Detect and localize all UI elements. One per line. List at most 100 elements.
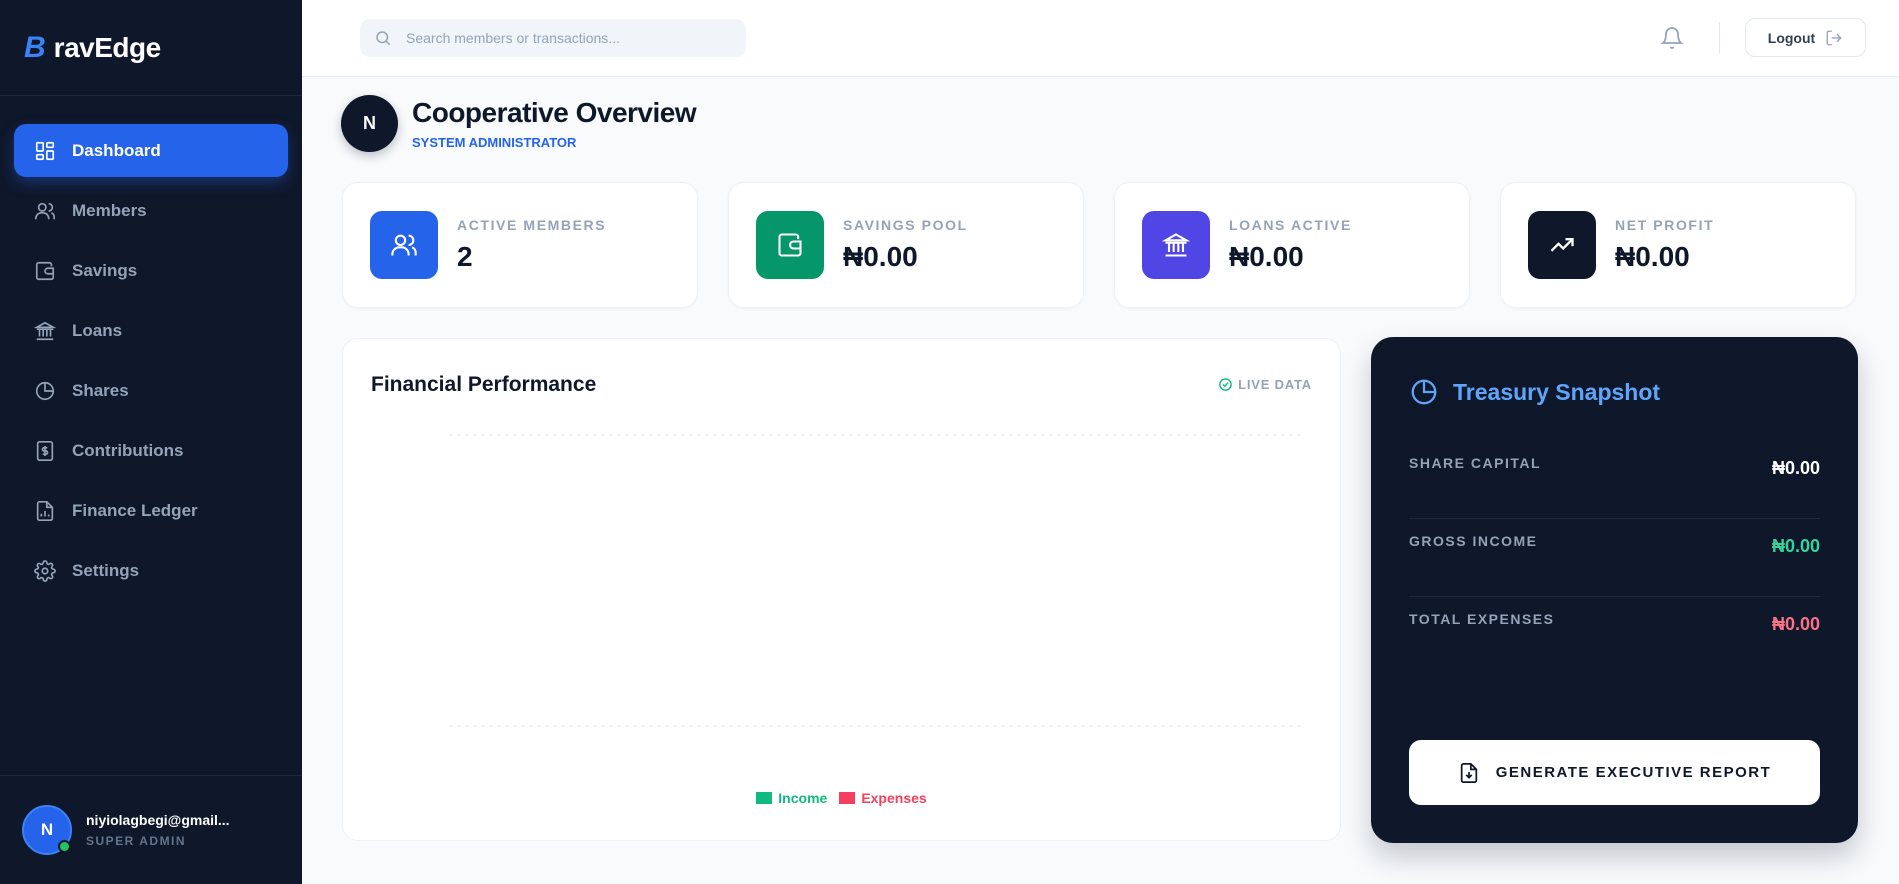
stat-icon-box	[756, 211, 824, 279]
sidebar-nav: Dashboard Members Savings Loans Shares C…	[0, 96, 302, 597]
sidebar-item-label: Loans	[72, 320, 123, 340]
stat-card-loans-active: LOANS ACTIVE ₦0.00	[1114, 182, 1470, 308]
user-profile[interactable]: N niyiolagbegi@gmail... SUPER ADMIN	[0, 775, 302, 884]
stat-value: ₦0.00	[1615, 241, 1690, 272]
sidebar-item-label: Contributions	[72, 440, 184, 460]
stat-body: LOANS ACTIVE ₦0.00	[1229, 217, 1352, 273]
sidebar-item-label: Finance Ledger	[72, 500, 198, 520]
sidebar-item-label: Shares	[72, 380, 129, 400]
pie-chart-icon	[1411, 379, 1437, 405]
legend-swatch-income	[756, 792, 773, 804]
treasury-title: Treasury Snapshot	[1453, 378, 1661, 405]
gear-icon	[34, 559, 56, 582]
topbar: Logout	[302, 0, 1899, 77]
sidebar-item-dashboard[interactable]: Dashboard	[14, 124, 288, 177]
treasury-header: Treasury Snapshot	[1409, 377, 1660, 407]
sidebar-item-savings[interactable]: Savings	[14, 244, 288, 297]
dashboard-icon	[35, 141, 55, 160]
sidebar-item-label: Members	[72, 200, 147, 220]
users-icon	[35, 202, 55, 219]
sidebar-item-members[interactable]: Members	[14, 184, 288, 237]
wallet-icon	[778, 233, 802, 257]
chart-title: Financial Performance	[371, 373, 597, 396]
sidebar-item-settings[interactable]: Settings	[14, 544, 288, 597]
user-meta: niyiolagbegi@gmail... SUPER ADMIN	[86, 812, 230, 848]
sidebar-item-label: Savings	[72, 260, 138, 280]
treasury-snapshot-card: Treasury Snapshot SHARE CAPITAL ₦0.00 GR…	[1371, 337, 1858, 843]
sidebar-item-finance-ledger[interactable]: Finance Ledger	[14, 484, 288, 537]
legend-label-expenses: Expenses	[861, 790, 927, 806]
search-box[interactable]	[360, 19, 746, 57]
search-input[interactable]	[406, 30, 726, 46]
generate-report-label: GENERATE EXECUTIVE REPORT	[1495, 764, 1772, 781]
treasury-value: ₦0.00	[1771, 614, 1820, 634]
stat-value: 2	[457, 241, 473, 272]
sidebar-item-contributions[interactable]: Contributions	[14, 424, 288, 477]
treasury-row-total-expenses: TOTAL EXPENSES ₦0.00	[1409, 597, 1820, 675]
legend-item-expenses[interactable]: Expenses	[839, 790, 927, 806]
bank-icon	[34, 321, 56, 340]
sidebar-item-loans[interactable]: Loans	[14, 304, 288, 357]
logout-label: Logout	[1767, 29, 1816, 46]
stat-body: ACTIVE MEMBERS 2	[457, 217, 606, 273]
brand-name: ravEdge	[53, 31, 162, 63]
live-data-label: LIVE DATA	[1238, 377, 1312, 392]
live-data-badge: LIVE DATA	[1218, 377, 1312, 392]
page-title: Cooperative Overview	[412, 97, 697, 128]
online-status-dot	[58, 840, 71, 853]
logout-button[interactable]: Logout	[1745, 18, 1866, 57]
financial-performance-card: Financial Performance LIVE DATA Income E…	[342, 338, 1341, 841]
brand-mark: B	[24, 30, 46, 64]
chart-legend: Income Expenses	[343, 790, 1340, 806]
stat-value: ₦0.00	[843, 241, 918, 272]
avatar: N	[22, 805, 72, 855]
stat-label: ACTIVE MEMBERS	[457, 217, 607, 233]
legend-label-income: Income	[778, 790, 828, 806]
file-download-icon	[1460, 762, 1477, 783]
org-avatar: N	[341, 95, 398, 152]
treasury-label: GROSS INCOME	[1409, 533, 1538, 549]
avatar-initial: N	[40, 820, 54, 839]
stat-card-active-members: ACTIVE MEMBERS 2	[342, 182, 698, 308]
search-icon	[376, 31, 391, 46]
receipt-icon	[36, 440, 54, 461]
stat-label: SAVINGS POOL	[843, 217, 968, 233]
trending-up-icon	[1550, 238, 1574, 252]
logout-icon	[1826, 30, 1842, 45]
pie-chart-icon	[35, 381, 55, 400]
sidebar-item-shares[interactable]: Shares	[14, 364, 288, 417]
check-circle-icon	[1219, 378, 1232, 391]
brand-logo[interactable]: B ravEdge	[0, 0, 302, 96]
page-header: N Cooperative Overview SYSTEM ADMINISTRA…	[341, 95, 697, 152]
stat-body: NET PROFIT ₦0.00	[1615, 217, 1714, 273]
stat-card-net-profit: NET PROFIT ₦0.00	[1500, 182, 1856, 308]
sidebar-item-label: Dashboard	[72, 140, 161, 160]
user-email: niyiolagbegi@gmail...	[86, 812, 230, 828]
stat-icon-box	[370, 211, 438, 279]
legend-item-income[interactable]: Income	[756, 790, 827, 806]
user-role: SUPER ADMIN	[86, 834, 187, 848]
generate-report-button[interactable]: GENERATE EXECUTIVE REPORT	[1409, 740, 1820, 805]
treasury-row-gross-income: GROSS INCOME ₦0.00	[1409, 519, 1820, 597]
page-header-text: Cooperative Overview SYSTEM ADMINISTRATO…	[412, 97, 697, 150]
sidebar-item-label: Settings	[72, 560, 140, 580]
legend-swatch-expenses	[839, 792, 856, 804]
stat-icon-box	[1528, 211, 1596, 279]
performance-chart	[449, 434, 1305, 727]
topbar-divider	[1719, 22, 1720, 54]
treasury-label: TOTAL EXPENSES	[1409, 611, 1555, 627]
wallet-icon	[35, 261, 55, 280]
treasury-value: ₦0.00	[1771, 536, 1820, 556]
treasury-row-share-capital: SHARE CAPITAL ₦0.00	[1409, 441, 1820, 519]
treasury-value: ₦0.00	[1771, 458, 1820, 478]
bell-icon[interactable]	[1660, 26, 1684, 50]
stat-card-savings-pool: SAVINGS POOL ₦0.00	[728, 182, 1084, 308]
bank-icon	[1162, 233, 1190, 257]
stat-icon-box	[1142, 211, 1210, 279]
users-icon	[391, 234, 417, 256]
treasury-label: SHARE CAPITAL	[1409, 455, 1542, 471]
file-chart-icon	[36, 500, 54, 521]
page-subtitle: SYSTEM ADMINISTRATOR	[412, 135, 577, 150]
stat-body: SAVINGS POOL ₦0.00	[843, 217, 968, 273]
stat-label: NET PROFIT	[1615, 217, 1715, 233]
